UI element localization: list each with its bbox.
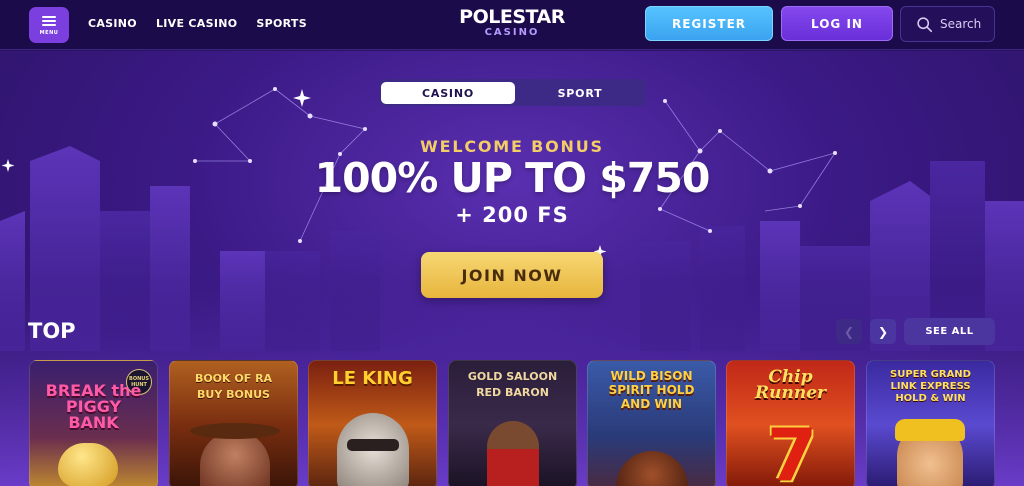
- nav-sports[interactable]: SPORTS: [256, 17, 307, 30]
- game-title: SUPER GRAND LINK EXPRESS HOLD & WIN: [890, 369, 971, 404]
- chevron-left-icon: ❮: [843, 324, 855, 339]
- main-nav: CASINO LIVE CASINO SPORTS: [88, 17, 307, 30]
- nav-casino[interactable]: CASINO: [88, 17, 137, 30]
- game-tile[interactable]: Chip Runner 7: [726, 360, 855, 486]
- dealer-character-icon: [487, 421, 539, 486]
- game-title: BREAK the PIGGY BANK: [45, 381, 142, 432]
- casino-sport-toggle: CASINO SPORT: [379, 79, 646, 106]
- free-spins-subline: + 200 FS: [455, 203, 569, 227]
- explorer-character-icon: [200, 431, 270, 486]
- tab-sport[interactable]: SPORT: [515, 82, 645, 104]
- bonus-headline: 100% UP TO $750: [314, 154, 711, 202]
- site-logo[interactable]: POLESTAR CASINO: [440, 7, 584, 39]
- game-title: LE KING: [332, 368, 413, 389]
- chevron-right-icon: ❯: [877, 324, 889, 339]
- login-button[interactable]: LOG IN: [781, 6, 893, 41]
- see-all-button[interactable]: SEE ALL: [904, 318, 995, 345]
- lucky-seven-icon: 7: [766, 413, 818, 486]
- game-tile[interactable]: SUPER GRAND LINK EXPRESS HOLD & WIN: [866, 360, 995, 486]
- game-title: GOLD SALOON RED BARON: [467, 370, 558, 399]
- game-title: WILD BISON SPIRIT HOLD AND WIN: [608, 369, 695, 411]
- nav-live-casino[interactable]: LIVE CASINO: [156, 17, 237, 30]
- search-icon: [917, 16, 933, 32]
- game-tile[interactable]: BONUS HUNT BREAK the PIGGY BANK: [29, 360, 158, 486]
- tab-casino[interactable]: CASINO: [381, 82, 515, 104]
- game-tile[interactable]: WILD BISON SPIRIT HOLD AND WIN: [587, 360, 716, 486]
- hamburger-icon: [42, 14, 56, 28]
- game-title: Chip Runner: [755, 367, 826, 403]
- hat-icon: [190, 423, 280, 439]
- game-tile[interactable]: BOOK OF RA BUY BONUS: [169, 360, 298, 486]
- carousel-next-button[interactable]: ❯: [870, 319, 896, 344]
- menu-label: MENU: [39, 30, 59, 36]
- game-title: BOOK OF RA BUY BONUS: [194, 372, 273, 401]
- logo-sub-text: CASINO: [484, 27, 540, 38]
- sunglasses-icon: [347, 439, 399, 451]
- search-placeholder: Search: [940, 17, 982, 31]
- conductor-cap-icon: [895, 419, 965, 441]
- register-button[interactable]: REGISTER: [645, 6, 773, 41]
- section-title-top: TOP: [28, 319, 76, 343]
- logo-main-text: POLESTAR: [459, 6, 565, 28]
- site-header: MENU CASINO LIVE CASINO SPORTS POLESTAR …: [0, 0, 1024, 50]
- game-tile[interactable]: LE KING: [308, 360, 437, 486]
- bison-icon: [616, 451, 688, 486]
- hero-banner: CASINO SPORT WELCOME BONUS 100% UP TO $7…: [0, 51, 1024, 486]
- menu-button[interactable]: MENU: [29, 7, 69, 43]
- game-tile[interactable]: GOLD SALOON RED BARON: [448, 360, 577, 486]
- search-input[interactable]: Search: [900, 6, 995, 42]
- piggy-bank-icon: [58, 443, 118, 486]
- carousel-prev-button[interactable]: ❮: [836, 319, 862, 344]
- join-now-button[interactable]: JOIN NOW: [421, 252, 603, 298]
